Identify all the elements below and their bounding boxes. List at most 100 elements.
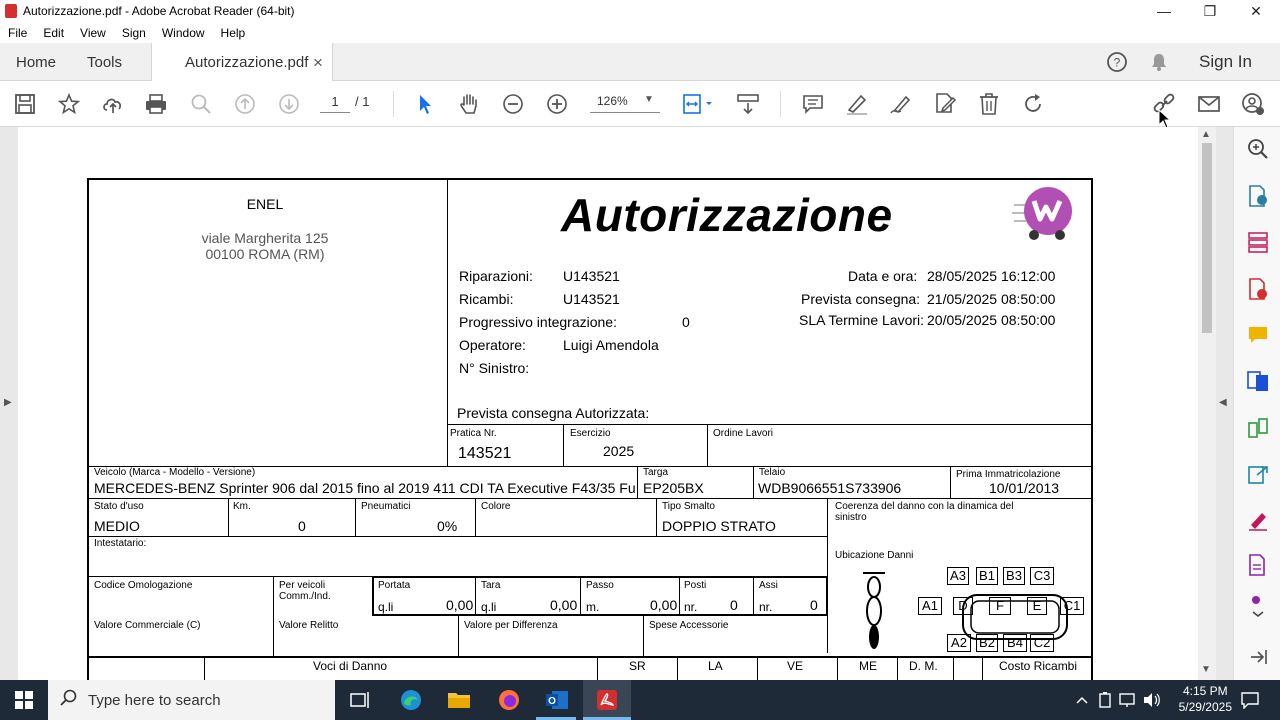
acrobat-reader-icon[interactable] — [593, 686, 621, 714]
collapse-panel-icon[interactable] — [1246, 645, 1270, 669]
scroll-up-arrow[interactable]: ▲ — [1201, 129, 1211, 140]
page-number-input[interactable]: 1 — [320, 94, 350, 113]
menu-file[interactable]: File — [0, 26, 35, 40]
damage-zone-d[interactable]: D — [953, 597, 973, 615]
windows-start-icon[interactable] — [10, 686, 38, 714]
scroll-down-arrow[interactable]: ▼ — [1201, 664, 1211, 675]
close-window-button[interactable]: ✕ — [1233, 0, 1279, 22]
damage-zone-c1[interactable]: C1 — [1060, 597, 1084, 615]
star-bookmark-icon[interactable] — [57, 92, 81, 116]
pdf-page: ENEL viale Margherita 125 00100 ROMA (RM… — [18, 127, 1198, 680]
edit-pdf-icon[interactable] — [933, 92, 957, 116]
compare-files-icon[interactable] — [1246, 416, 1270, 440]
zoom-in-icon[interactable] — [545, 92, 569, 116]
divider — [89, 536, 828, 537]
menu-sign[interactable]: Sign — [114, 26, 154, 40]
previous-page-icon[interactable] — [233, 92, 257, 116]
system-clock[interactable]: 4:15 PM 5/29/2025 — [1179, 683, 1232, 715]
hand-pan-icon[interactable] — [457, 92, 481, 116]
damage-zone-f[interactable]: F — [989, 597, 1011, 615]
window-title: Autorizzazione.pdf - Adobe Acrobat Reade… — [23, 4, 295, 18]
outlook-app-icon[interactable]: O — [543, 686, 571, 714]
comment-tool-icon[interactable] — [1246, 323, 1270, 347]
damage-zone-b4[interactable]: B4 — [1003, 634, 1027, 652]
save-icon[interactable] — [13, 92, 37, 116]
print-icon[interactable] — [144, 92, 168, 116]
delete-trash-icon[interactable] — [977, 92, 1001, 116]
help-icon[interactable]: ? — [1105, 43, 1129, 81]
minimize-button[interactable]: — — [1141, 0, 1187, 22]
task-view-icon[interactable] — [346, 686, 374, 714]
vertical-scrollbar[interactable]: ▲ ▼ — [1198, 127, 1216, 680]
tab-home[interactable]: Home — [16, 43, 56, 81]
sign-in-button[interactable]: Sign In — [1199, 43, 1252, 81]
damage-zone-c2[interactable]: C2 — [1030, 634, 1054, 652]
edge-browser-icon[interactable] — [397, 686, 425, 714]
zoom-level-dropdown[interactable]: 126% ▼ — [590, 94, 660, 113]
scroll-mode-icon[interactable] — [736, 92, 760, 116]
menu-edit[interactable]: Edit — [35, 26, 72, 40]
page-fit-icon[interactable] — [682, 92, 714, 116]
valore-commerciale-label: Valore Commerciale (C) — [94, 620, 201, 631]
damage-zone-c3[interactable]: C3 — [1030, 567, 1054, 585]
document-viewport[interactable]: ▶ ENEL viale Margherita 125 00100 ROMA (… — [0, 127, 1233, 680]
comment-icon[interactable] — [801, 92, 825, 116]
file-explorer-icon[interactable] — [445, 686, 473, 714]
volume-icon[interactable] — [1138, 686, 1166, 714]
damage-zone-b1[interactable]: B1 — [976, 567, 998, 585]
sinistro-label: N° Sinistro: — [459, 360, 530, 376]
pneumatici-label: Pneumatici — [361, 501, 411, 512]
send-for-review-icon[interactable] — [1246, 462, 1270, 486]
tab-tools[interactable]: Tools — [87, 43, 122, 81]
divider — [753, 466, 754, 498]
maximize-button[interactable]: ❐ — [1187, 0, 1233, 22]
menu-window[interactable]: Window — [154, 26, 213, 40]
search-zoom-icon[interactable] — [1246, 137, 1270, 161]
cloud-upload-icon[interactable] — [101, 92, 125, 116]
combine-files-icon[interactable] — [1246, 369, 1270, 393]
menu-help[interactable]: Help — [213, 26, 254, 40]
email-icon[interactable] — [1197, 92, 1221, 116]
right-panel-collapse-icon[interactable]: ◀ — [1219, 397, 1227, 408]
damage-zone-a1[interactable]: A1 — [918, 597, 942, 615]
zoom-search-icon[interactable] — [189, 92, 213, 116]
ricambi-value: U143521 — [563, 291, 620, 307]
taskbar-search-box[interactable]: Type here to search — [48, 680, 335, 720]
damage-zone-b3[interactable]: B3 — [1003, 567, 1025, 585]
tab-document[interactable]: Autorizzazione.pdf × — [151, 43, 333, 82]
damage-zone-a3[interactable]: A3 — [947, 567, 969, 585]
highlight-pen-icon[interactable] — [845, 92, 869, 116]
menu-view[interactable]: View — [72, 26, 114, 40]
notifications-bell-icon[interactable] — [1148, 43, 1170, 81]
immatricolazione-label: Prima Immatricolazione — [956, 469, 1061, 480]
tab-close-icon[interactable]: × — [313, 53, 323, 73]
posti-unit: nr. — [684, 600, 698, 614]
portata-unit: q.li — [378, 600, 394, 614]
notification-center-icon[interactable] — [1236, 686, 1264, 714]
left-panel-toggle-icon[interactable]: ▶ — [4, 397, 12, 408]
damage-zone-b2[interactable]: B2 — [976, 634, 998, 652]
coerenza-label: Coerenza del danno con la dinamica del s… — [835, 501, 1014, 523]
tara-value: 0,00 — [550, 597, 578, 613]
divider — [677, 656, 678, 680]
zoom-out-icon[interactable] — [501, 92, 525, 116]
add-user-share-icon[interactable] — [1241, 92, 1265, 116]
search-icon — [60, 689, 78, 711]
create-pdf-icon[interactable] — [1246, 277, 1270, 301]
fill-sign-icon[interactable] — [1246, 508, 1270, 532]
ordine-lavori-label: Ordine Lavori — [713, 428, 774, 439]
export-pdf-icon[interactable] — [1246, 184, 1270, 208]
draw-sign-icon[interactable] — [889, 92, 913, 116]
rotate-icon[interactable] — [1021, 92, 1045, 116]
next-page-icon[interactable] — [277, 92, 301, 116]
damage-zone-e[interactable]: E — [1027, 597, 1047, 615]
select-cursor-icon[interactable] — [413, 92, 437, 116]
damage-zone-a2[interactable]: A2 — [947, 634, 971, 652]
scrollbar-thumb[interactable] — [1202, 143, 1212, 333]
divider — [563, 424, 564, 466]
firefox-browser-icon[interactable] — [495, 686, 523, 714]
protect-document-icon[interactable] — [1246, 553, 1270, 577]
organize-pages-icon[interactable] — [1246, 230, 1270, 254]
more-tools-icon[interactable] — [1246, 593, 1270, 621]
per-veicoli-label: Per veicoli Comm./Ind. — [279, 580, 331, 602]
